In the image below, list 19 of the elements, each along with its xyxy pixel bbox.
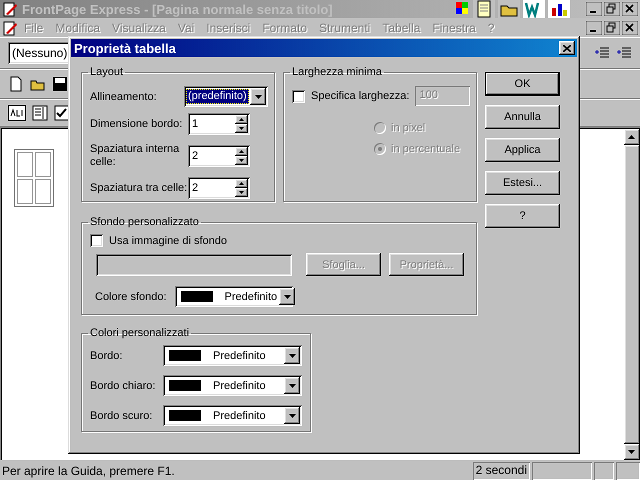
group-title: Colori personalizzati — [89, 327, 190, 339]
field-label: Spaziatura tra celle: — [90, 182, 188, 194]
group-title: Sfondo personalizzato — [89, 216, 200, 228]
status-message: Per aprire la Guida, premere F1. — [2, 463, 176, 480]
checkbox-label: Specifica larghezza: — [311, 90, 410, 102]
field-label: Dimensione bordo: — [90, 118, 184, 130]
radio-label: in pixel — [391, 122, 426, 134]
field-label: Spaziatura interna celle: — [90, 143, 180, 169]
dialog-title: Proprietà tabella — [74, 40, 177, 56]
checkbox-label: Usa immagine di sfondo — [109, 234, 228, 246]
field-label: Bordo chiaro: — [90, 380, 156, 392]
field-label: Allineamento: — [90, 90, 157, 102]
field-label: Bordo: — [90, 350, 124, 362]
status-panel: 2 secondi — [472, 462, 530, 480]
group-title: Larghezza minima — [291, 66, 383, 78]
group-title: Layout — [89, 66, 124, 78]
radio-label: in percentuale — [391, 143, 460, 155]
field-label: Colore sfondo: — [95, 290, 167, 302]
field-label: Bordo scuro: — [90, 410, 154, 422]
